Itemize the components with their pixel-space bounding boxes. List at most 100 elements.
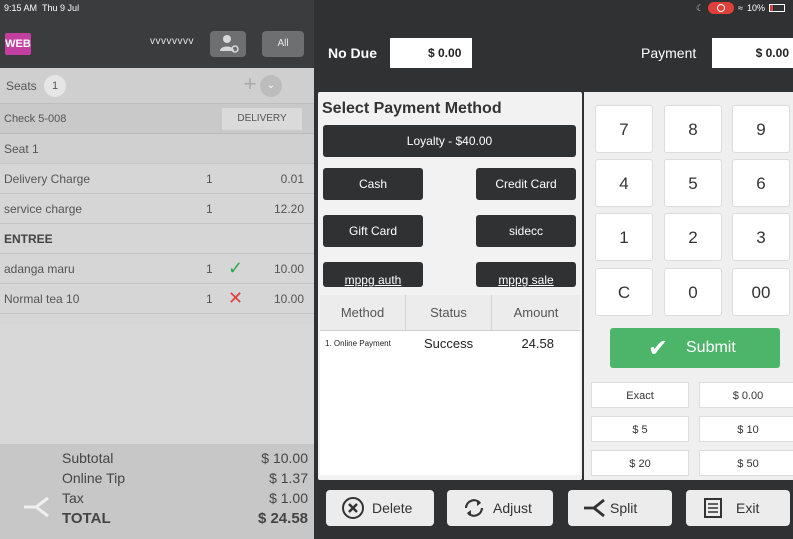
totals-panel: Subtotal $ 10.00 Online Tip $ 1.37 Tax $… bbox=[0, 444, 314, 539]
key-2[interactable]: 2 bbox=[664, 213, 722, 261]
key-9[interactable]: 9 bbox=[732, 105, 790, 153]
payment-method-title: Select Payment Method bbox=[322, 100, 502, 117]
delete-button[interactable]: Delete bbox=[326, 490, 434, 526]
user-settings-button[interactable] bbox=[210, 31, 246, 57]
status-bar-right: ☾ ≈ 10% bbox=[314, 0, 793, 16]
quick-amount-button[interactable]: $ 5 bbox=[591, 416, 689, 442]
key-8[interactable]: 8 bbox=[664, 105, 722, 153]
seat-name: Seat 1 bbox=[4, 142, 39, 156]
status-bar-left: 9:15 AM Thu 9 Jul bbox=[0, 0, 314, 16]
subtotal-value: $ 10.00 bbox=[261, 450, 308, 466]
total-line: TOTAL $ 24.58 bbox=[62, 510, 308, 530]
battery-icon bbox=[769, 4, 785, 12]
quick-amount-button[interactable]: $ 0.00 bbox=[699, 382, 793, 408]
quick-amount-button[interactable]: $ 20 bbox=[591, 450, 689, 476]
payments-table: Method Status Amount 1. Online Payment S… bbox=[320, 295, 580, 475]
quick-amount-button[interactable]: $ 50 bbox=[699, 450, 793, 476]
split-icon bbox=[584, 498, 605, 518]
tax-line: Tax $ 1.00 bbox=[62, 490, 308, 510]
mppg-sale-button[interactable]: mppg sale bbox=[476, 262, 576, 287]
key-5[interactable]: 5 bbox=[664, 159, 722, 207]
seat-header-row[interactable]: Seat 1 bbox=[0, 134, 314, 164]
order-item-row[interactable]: adanga maru 1 ✓ 10.00 bbox=[0, 254, 314, 284]
item-price: 10.00 bbox=[273, 292, 304, 306]
payment-status-cell: Success bbox=[424, 336, 474, 351]
subtotal-label: Subtotal bbox=[62, 450, 114, 466]
keypad-panel: 7 8 9 4 5 6 1 2 3 C 0 00 ✔ Submit Exact … bbox=[584, 92, 793, 480]
sidecc-button[interactable]: sidecc bbox=[476, 215, 576, 247]
split-button[interactable]: Split bbox=[568, 490, 672, 526]
payments-table-header: Method Status Amount bbox=[320, 295, 580, 331]
column-header-method: Method bbox=[320, 295, 406, 331]
submit-button[interactable]: ✔ Submit bbox=[610, 328, 780, 368]
adjust-label: Adjust bbox=[493, 500, 532, 516]
key-6[interactable]: 6 bbox=[732, 159, 790, 207]
user-label: vvvvvvvv bbox=[150, 36, 194, 47]
order-item-row[interactable]: service charge 1 12.20 bbox=[0, 194, 314, 224]
cross-mark-icon: ✕ bbox=[228, 288, 244, 308]
order-panel: 9:15 AM Thu 9 Jul WEB vvvvvvvv All Seats… bbox=[0, 0, 314, 539]
total-value: $ 24.58 bbox=[257, 510, 308, 527]
order-type-button[interactable]: DELIVERY bbox=[222, 108, 302, 130]
quick-amount-button[interactable]: $ 10 bbox=[699, 416, 793, 442]
payment-method-cell: 1. Online Payment bbox=[325, 339, 391, 348]
item-name: Normal tea 10 bbox=[4, 292, 80, 306]
key-0[interactable]: 0 bbox=[664, 268, 722, 316]
submit-label: Submit bbox=[686, 339, 736, 356]
moon-icon: ☾ bbox=[695, 2, 705, 13]
credit-card-button[interactable]: Credit Card bbox=[476, 168, 576, 200]
check-icon: ✔ bbox=[648, 335, 669, 362]
payment-panel: ☾ ≈ 10% No Due $ 0.00 Payment $ 0.00 Sel… bbox=[314, 0, 793, 539]
item-qty: 1 bbox=[206, 172, 213, 186]
key-3[interactable]: 3 bbox=[732, 213, 790, 261]
total-label: TOTAL bbox=[62, 510, 111, 527]
column-header-amount: Amount bbox=[513, 305, 559, 320]
screen-record-icon bbox=[708, 2, 735, 14]
status-icons: ☾ ≈ 10% bbox=[696, 2, 785, 14]
status-time: 9:15 AM bbox=[4, 3, 38, 13]
exit-button[interactable]: Exit bbox=[686, 490, 790, 526]
add-seat-plus-icon[interactable]: + bbox=[239, 73, 261, 96]
chevron-down-icon[interactable]: ⌄ bbox=[260, 75, 282, 97]
item-name: Delivery Charge bbox=[4, 172, 91, 186]
split-icon[interactable] bbox=[22, 494, 52, 520]
mppg-auth-button[interactable]: mppg auth bbox=[323, 262, 423, 287]
table-row[interactable]: 1. Online Payment Success 24.58 bbox=[320, 331, 580, 357]
payment-label: Payment bbox=[641, 45, 697, 61]
adjust-button[interactable]: Adjust bbox=[447, 490, 553, 526]
key-4[interactable]: 4 bbox=[595, 159, 653, 207]
quick-exact-button[interactable]: Exact bbox=[591, 382, 689, 408]
subtotal-line: Subtotal $ 10.00 bbox=[62, 450, 308, 470]
order-top-bar: WEB vvvvvvvv All bbox=[0, 16, 314, 68]
close-circle-icon bbox=[342, 497, 364, 519]
key-clear[interactable]: C bbox=[595, 268, 653, 316]
column-header-status: Status bbox=[406, 295, 492, 331]
all-button[interactable]: All bbox=[262, 31, 304, 57]
split-label: Split bbox=[610, 500, 638, 516]
seats-count-badge[interactable]: 1 bbox=[44, 75, 66, 97]
item-qty: 1 bbox=[206, 202, 213, 216]
check-mark-icon: ✓ bbox=[228, 258, 244, 278]
order-item-row[interactable]: Normal tea 10 1 ✕ 10.00 bbox=[0, 284, 314, 314]
tip-label: Online Tip bbox=[62, 470, 126, 486]
key-00[interactable]: 00 bbox=[732, 268, 790, 316]
key-1[interactable]: 1 bbox=[595, 213, 653, 261]
gift-card-button[interactable]: Gift Card bbox=[323, 215, 423, 247]
tax-value: $ 1.00 bbox=[269, 490, 308, 506]
item-price: 10.00 bbox=[273, 262, 304, 276]
exit-icon bbox=[704, 498, 722, 518]
item-price: 12.20 bbox=[273, 202, 304, 216]
seats-bar: Seats 1 + ⌄ bbox=[0, 68, 314, 104]
battery-percent: 10% bbox=[746, 3, 765, 13]
check-header: Check 5-008 DELIVERY bbox=[0, 104, 314, 134]
payment-amount-cell: 24.58 bbox=[521, 336, 554, 351]
key-7[interactable]: 7 bbox=[595, 105, 653, 153]
cash-button[interactable]: Cash bbox=[323, 168, 423, 200]
order-item-row[interactable]: Delivery Charge 1 0.01 bbox=[0, 164, 314, 194]
delete-label: Delete bbox=[372, 500, 413, 516]
payment-value-field[interactable]: $ 0.00 bbox=[712, 38, 793, 68]
loyalty-button[interactable]: Loyalty - $40.00 bbox=[323, 125, 576, 157]
tip-value: $ 1.37 bbox=[269, 470, 308, 486]
wifi-icon: ≈ bbox=[738, 3, 743, 13]
refresh-icon bbox=[464, 499, 484, 517]
